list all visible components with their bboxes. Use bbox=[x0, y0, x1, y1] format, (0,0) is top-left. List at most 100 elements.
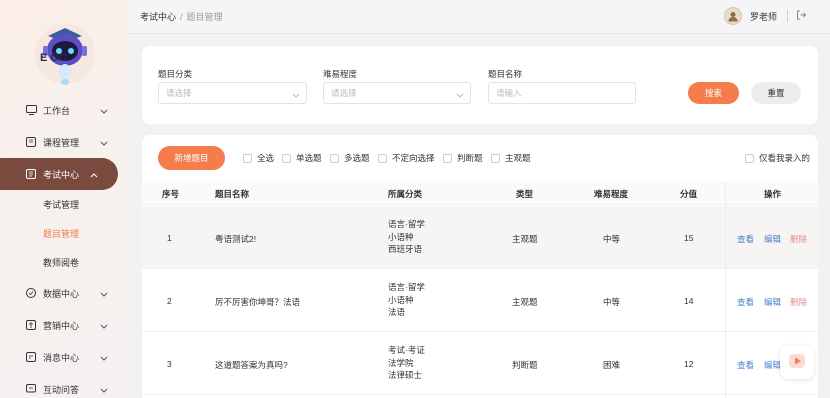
difficulty-select[interactable]: 请选择 bbox=[323, 82, 471, 104]
question-score: 15 bbox=[684, 233, 694, 243]
question-list-panel: 新增题目 全选 单选题 多选题 不定向选择 判断题 主观题 仅看我录入的 序号 … bbox=[142, 135, 818, 398]
sidebar-subitem-exam-manage[interactable]: 考试管理 bbox=[0, 190, 128, 219]
checkbox-box bbox=[443, 153, 452, 163]
checkbox-box bbox=[491, 153, 500, 163]
filter-true-false-checkbox[interactable]: 判断题 bbox=[443, 152, 483, 164]
question-type: 判断题 bbox=[512, 360, 538, 370]
question-type: 主观题 bbox=[512, 297, 538, 307]
checkbox-label: 单选题 bbox=[296, 153, 322, 163]
category-line: 小语种 bbox=[388, 294, 414, 305]
user-name[interactable]: 罗老师 bbox=[750, 10, 777, 23]
sidebar-subitem-grading[interactable]: 教师阅卷 bbox=[0, 248, 128, 277]
chevron-down-icon bbox=[100, 289, 108, 299]
filter-panel: 题目分类 请选择 难易程度 请选择 题目名称 请输入 搜索 重置 bbox=[142, 46, 818, 124]
row-number: 2 bbox=[167, 296, 172, 306]
breadcrumb-current: 题目管理 bbox=[186, 12, 223, 22]
question-category: 考试·考证 法学院 法律硕士 bbox=[388, 344, 425, 382]
sidebar-item-label: 互动问答 bbox=[43, 384, 80, 395]
action-column-divider bbox=[725, 181, 726, 398]
category-line: 法律硕士 bbox=[388, 370, 423, 380]
checkbox-label: 不定向选择 bbox=[392, 153, 435, 163]
sidebar-item-courses[interactable]: 课程管理 bbox=[0, 126, 128, 158]
category-line: 法学院 bbox=[388, 357, 414, 368]
category-label: 题目分类 bbox=[158, 69, 193, 79]
column-header: 分值 bbox=[680, 189, 698, 199]
sidebar-item-messages[interactable]: 消息中心 bbox=[0, 341, 128, 373]
chevron-down-icon bbox=[100, 321, 108, 331]
sidebar-item-qa[interactable]: 互动问答 bbox=[0, 373, 128, 398]
avatar[interactable] bbox=[723, 7, 742, 25]
top-header: 考试中心 / 题目管理 罗老师 bbox=[128, 0, 830, 34]
sidebar-item-workbench[interactable]: 工作台 bbox=[0, 94, 128, 126]
difficulty-placeholder: 请选择 bbox=[331, 88, 357, 98]
chat-icon bbox=[25, 383, 37, 395]
delete-link[interactable]: 删除 bbox=[790, 296, 807, 308]
delete-link[interactable]: 删除 bbox=[790, 233, 807, 245]
mine-only-checkbox[interactable]: 仅看我录入的 bbox=[745, 152, 810, 164]
checkbox-box bbox=[243, 153, 252, 163]
column-header: 题目名称 bbox=[215, 189, 250, 199]
view-link[interactable]: 查看 bbox=[737, 296, 754, 308]
table-row: 3 这道题答案为真吗? 考试·考证 法学院 法律硕士 判断题 困难 12 查看 … bbox=[142, 332, 818, 395]
checkbox-box bbox=[745, 153, 754, 163]
filter-subjective-checkbox[interactable]: 主观题 bbox=[491, 152, 531, 164]
question-score: 12 bbox=[684, 359, 694, 369]
chevron-down-icon bbox=[100, 106, 108, 116]
message-icon bbox=[25, 351, 37, 363]
filter-multi-choice-checkbox[interactable]: 多选题 bbox=[330, 152, 370, 164]
column-header: 操作 bbox=[764, 189, 782, 199]
question-name-label: 题目名称 bbox=[488, 69, 523, 79]
category-line: 法语 bbox=[388, 307, 406, 317]
question-name: 粤语测试2! bbox=[215, 234, 257, 244]
user-menu[interactable]: 罗老师 bbox=[723, 7, 807, 25]
search-button[interactable]: 搜索 bbox=[688, 82, 739, 104]
chevron-up-icon bbox=[90, 170, 98, 180]
question-name: 厉不厉害你坤哥？法语 bbox=[215, 297, 301, 307]
edit-link[interactable]: 编辑 bbox=[764, 233, 781, 245]
filter-indefinite-checkbox[interactable]: 不定向选择 bbox=[378, 152, 435, 164]
sidebar-item-exam-center[interactable]: 考试中心 bbox=[0, 158, 118, 190]
sidebar-item-data-center[interactable]: 数据中心 bbox=[0, 277, 128, 309]
column-header: 难易程度 bbox=[594, 189, 629, 199]
column-header: 序号 bbox=[162, 189, 180, 199]
add-question-button[interactable]: 新增题目 bbox=[158, 146, 225, 170]
divider bbox=[787, 10, 788, 22]
chart-circle-icon bbox=[25, 287, 37, 299]
sidebar: E OC 工作台 课程管理 考试中心 考试管理 题目管理 教师阅卷 数据中心 营… bbox=[0, 0, 128, 398]
column-header: 类型 bbox=[516, 189, 534, 199]
checkbox-box bbox=[282, 153, 291, 163]
filter-single-choice-checkbox[interactable]: 单选题 bbox=[282, 152, 322, 164]
book-icon bbox=[25, 136, 37, 148]
sidebar-item-label: 考试中心 bbox=[43, 169, 80, 180]
checkbox-label: 全选 bbox=[257, 153, 275, 163]
question-name-input[interactable]: 请输入 bbox=[488, 82, 636, 104]
logout-icon[interactable] bbox=[796, 10, 807, 22]
view-link[interactable]: 查看 bbox=[737, 233, 754, 245]
breadcrumb-separator: / bbox=[180, 11, 183, 22]
sidebar-subitem-question-manage[interactable]: 题目管理 bbox=[0, 219, 128, 248]
edit-link[interactable]: 编辑 bbox=[764, 359, 781, 371]
checkbox-label: 多选题 bbox=[344, 153, 370, 163]
logo-text: E OC bbox=[40, 52, 67, 64]
chevron-down-icon bbox=[100, 353, 108, 363]
sidebar-nav: 工作台 课程管理 考试中心 考试管理 题目管理 教师阅卷 数据中心 营销中心 消… bbox=[0, 94, 128, 398]
breadcrumb-parent[interactable]: 考试中心 bbox=[140, 10, 176, 23]
filter-all-checkbox[interactable]: 全选 bbox=[243, 152, 274, 164]
checkbox-label: 判断题 bbox=[457, 153, 483, 163]
checkbox-label: 仅看我录入的 bbox=[759, 153, 811, 163]
view-link[interactable]: 查看 bbox=[737, 359, 754, 371]
monitor-icon bbox=[25, 104, 37, 116]
edit-link[interactable]: 编辑 bbox=[764, 296, 781, 308]
sidebar-item-marketing[interactable]: 营销中心 bbox=[0, 309, 128, 341]
question-score: 14 bbox=[684, 296, 694, 306]
table-header: 序号 题目名称 所属分类 类型 难易程度 分值 操作 bbox=[142, 181, 818, 205]
floating-assistant-button[interactable] bbox=[780, 345, 814, 379]
checkbox-box bbox=[378, 153, 387, 163]
category-line: 西班牙语 bbox=[388, 244, 423, 254]
category-select[interactable]: 请选择 bbox=[158, 82, 307, 104]
chevron-down-icon bbox=[456, 90, 464, 100]
reset-button[interactable]: 重置 bbox=[751, 82, 801, 104]
question-difficulty: 中等 bbox=[603, 234, 621, 244]
table-row: 1 粤语测试2! 语言·留学 小语种 西班牙语 主观题 中等 15 查看 编辑 … bbox=[142, 206, 818, 269]
category-placeholder: 请选择 bbox=[166, 88, 192, 98]
